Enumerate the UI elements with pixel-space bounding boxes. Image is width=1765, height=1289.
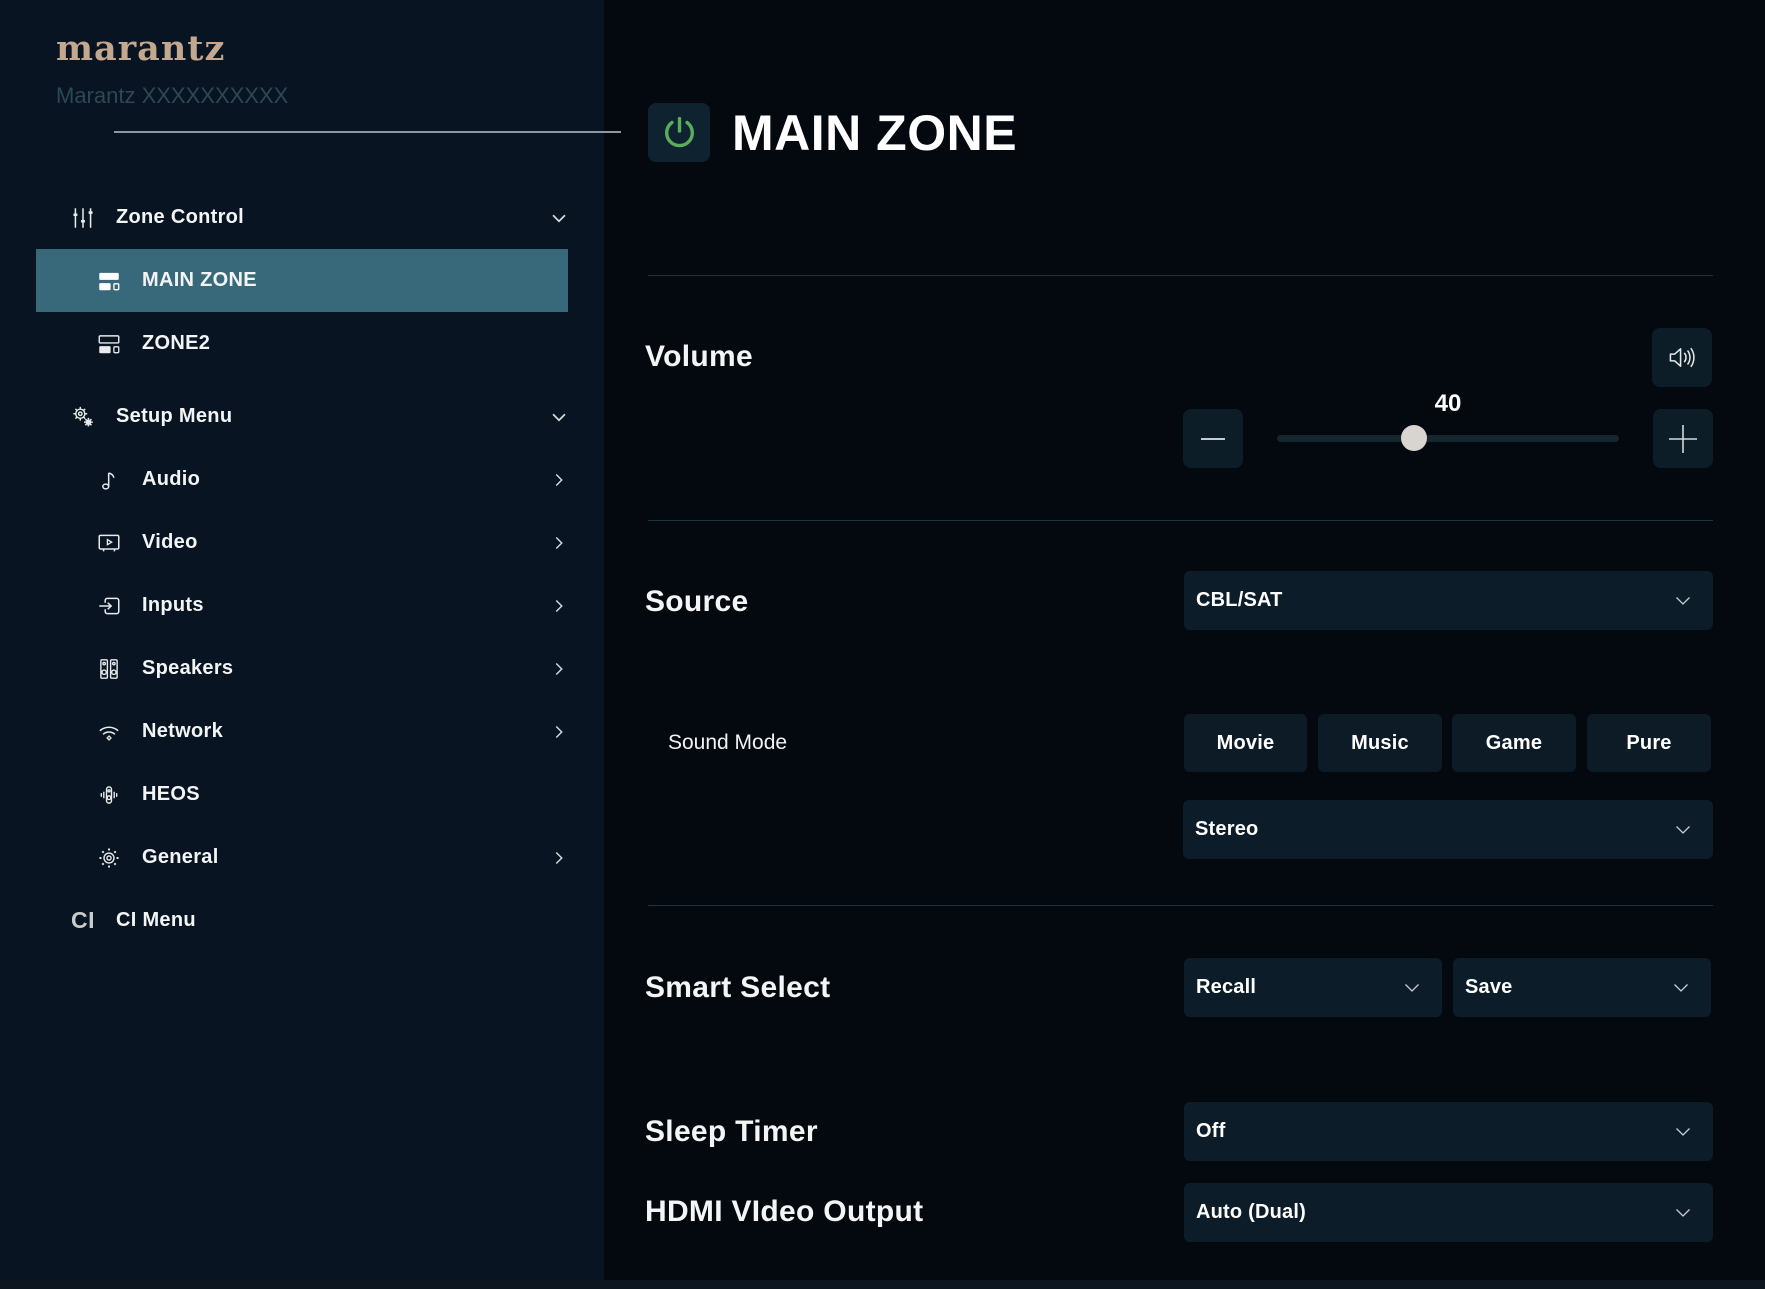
device-name: Marantz XXXXXXXXXX: [56, 82, 289, 108]
sound-mode-label: Sound Mode: [668, 731, 788, 754]
sidebar-item-label: Speakers: [142, 657, 234, 679]
sidebar-nav: Zone Control MAIN ZONE ZONE2 Setup Menu …: [0, 186, 604, 952]
sidebar-item-label: Network: [142, 720, 224, 742]
sidebar-item-inputs[interactable]: Inputs: [36, 574, 568, 637]
heos-icon: [96, 782, 122, 808]
source-label: Source: [645, 585, 749, 618]
sidebar-item-label: Audio: [142, 468, 201, 490]
sidebar-item-label: Setup Menu: [116, 405, 233, 427]
sliders-icon: [70, 205, 96, 231]
chevron-right-icon: [546, 719, 572, 745]
sidebar-item-label: HEOS: [142, 783, 200, 805]
chevron-down-icon: [1404, 983, 1420, 993]
sound-mode-select[interactable]: Stereo: [1183, 800, 1713, 859]
plus-icon: [1669, 424, 1697, 453]
volume-increase-button[interactable]: [1653, 409, 1713, 468]
chevron-down-icon: [1675, 825, 1691, 835]
volume-decrease-button[interactable]: [1183, 409, 1243, 468]
sound-mode-movie-button[interactable]: Movie: [1184, 714, 1307, 772]
chevron-down-icon: [1675, 596, 1691, 606]
sidebar-item-label: General: [142, 846, 219, 868]
gears-icon: [70, 404, 96, 430]
marantz-logo: marantz: [56, 28, 226, 69]
hdmi-video-output-label: HDMI VIdeo Output: [645, 1195, 924, 1228]
brand-block: marantz Marantz XXXXXXXXXX: [0, 0, 621, 133]
sidebar-item-zone2[interactable]: ZONE2: [36, 312, 568, 375]
smart-select-save-select[interactable]: Save: [1453, 958, 1711, 1017]
sidebar: marantz Marantz XXXXXXXXXX Zone Control: [0, 0, 621, 1289]
sidebar-item-setup-menu[interactable]: Setup Menu: [36, 385, 568, 448]
chevron-right-icon: [546, 593, 572, 619]
chevron-down-icon: [546, 404, 572, 430]
sleep-timer-label: Sleep Timer: [645, 1115, 818, 1148]
minus-icon: [1201, 437, 1225, 440]
sidebar-item-label: Video: [142, 531, 198, 553]
zones-icon: [96, 268, 122, 294]
smart-select-recall-select[interactable]: Recall: [1184, 958, 1442, 1017]
zones-alt-icon: [96, 331, 122, 357]
chevron-right-icon: [546, 530, 572, 556]
speakers-icon: [96, 656, 122, 682]
smart-select-label: Smart Select: [645, 971, 831, 1004]
input-icon: [96, 593, 122, 619]
zone-header: MAIN ZONE: [648, 103, 1017, 162]
page-title: MAIN ZONE: [732, 104, 1018, 161]
tv-icon: [96, 530, 122, 556]
volume-label: Volume: [645, 340, 753, 373]
sidebar-item-general[interactable]: General: [36, 826, 568, 889]
power-icon: [664, 116, 694, 148]
main-zone-panel: MAIN ZONE Volume 40 Source CBL/SAT Sound…: [604, 0, 1765, 1289]
power-button[interactable]: [648, 103, 710, 162]
sidebar-item-speakers[interactable]: Speakers: [36, 637, 568, 700]
chevron-down-icon: [1675, 1127, 1691, 1137]
sidebar-item-label: ZONE2: [142, 332, 211, 354]
sound-mode-game-button[interactable]: Game: [1452, 714, 1576, 772]
sound-mode-pure-button[interactable]: Pure: [1587, 714, 1711, 772]
brand-divider: [114, 130, 621, 133]
sidebar-item-audio[interactable]: Audio: [36, 448, 568, 511]
sidebar-item-zone-control[interactable]: Zone Control: [36, 186, 568, 249]
sidebar-item-ci-menu[interactable]: CI CI Menu: [36, 889, 568, 952]
hdmi-video-output-select[interactable]: Auto (Dual): [1184, 1183, 1713, 1242]
sidebar-item-label: Zone Control: [116, 206, 245, 228]
sidebar-item-video[interactable]: Video: [36, 511, 568, 574]
chevron-right-icon: [546, 467, 572, 493]
music-note-icon: [96, 467, 122, 493]
sidebar-item-label: MAIN ZONE: [142, 269, 257, 291]
wifi-icon: [96, 719, 122, 745]
chevron-down-icon: [546, 205, 572, 231]
speaker-icon: [1669, 347, 1695, 368]
chevron-right-icon: [546, 845, 572, 871]
ci-icon: CI: [71, 907, 95, 933]
mute-button[interactable]: [1652, 328, 1712, 387]
sidebar-item-main-zone[interactable]: MAIN ZONE: [36, 249, 568, 312]
source-select[interactable]: CBL/SAT: [1184, 571, 1713, 630]
sidebar-item-heos[interactable]: HEOS: [36, 763, 568, 826]
section-divider: [648, 275, 1713, 276]
volume-slider[interactable]: [1277, 409, 1619, 468]
sound-mode-music-button[interactable]: Music: [1318, 714, 1442, 772]
sidebar-item-network[interactable]: Network: [36, 700, 568, 763]
sleep-timer-select[interactable]: Off: [1184, 1102, 1713, 1161]
section-divider: [648, 520, 1713, 521]
sidebar-item-label: CI Menu: [116, 909, 196, 931]
section-divider: [648, 905, 1713, 906]
volume-slider-thumb[interactable]: [1400, 425, 1427, 451]
sidebar-item-label: Inputs: [142, 594, 204, 616]
chevron-down-icon: [1673, 983, 1689, 993]
chevron-right-icon: [546, 656, 572, 682]
chevron-down-icon: [1675, 1208, 1691, 1218]
gear-icon: [96, 845, 122, 871]
volume-slider-track[interactable]: [1277, 435, 1619, 442]
